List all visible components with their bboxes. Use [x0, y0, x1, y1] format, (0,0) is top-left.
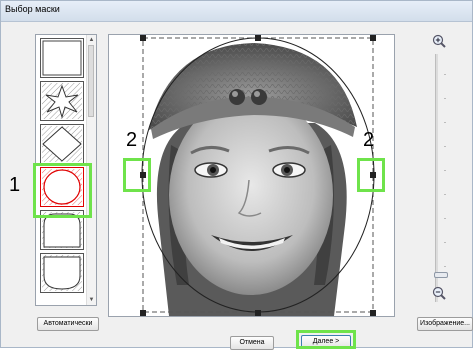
shape-bottom-rounded[interactable] — [40, 253, 84, 293]
image-button[interactable]: Изображение... — [417, 317, 473, 331]
highlight-next-button — [296, 330, 356, 349]
mask-preview[interactable] — [108, 34, 395, 317]
shape-star[interactable] — [40, 81, 84, 121]
zoom-control — [425, 34, 455, 302]
highlight-left-handle — [123, 158, 151, 192]
window-title: Выбор маски — [5, 4, 60, 14]
callout-2-left: 2 — [126, 129, 138, 151]
title-bar: Выбор маски — [1, 1, 472, 22]
scroll-thumb[interactable] — [88, 45, 94, 117]
scroll-down-icon[interactable]: ▼ — [87, 295, 96, 305]
callout-1: 1 — [9, 174, 21, 196]
girl-photo — [109, 35, 394, 316]
zoom-slider-thumb[interactable] — [434, 272, 448, 278]
auto-button[interactable]: Автоматически — [37, 317, 99, 331]
callout-2-right: 2 — [363, 129, 375, 151]
shape-diamond[interactable] — [40, 124, 84, 164]
highlight-right-handle — [357, 158, 385, 192]
highlight-selected-shape — [33, 163, 92, 218]
zoom-slider-track[interactable] — [435, 54, 438, 302]
zoom-out-icon[interactable] — [432, 286, 446, 300]
mask-selection-window: Выбор маски ▲ ▼ 1 2 2 Автоматически Изоб… — [0, 0, 473, 350]
shape-square[interactable] — [40, 38, 84, 78]
scroll-up-icon[interactable]: ▲ — [87, 35, 96, 45]
zoom-in-icon[interactable] — [432, 34, 446, 48]
